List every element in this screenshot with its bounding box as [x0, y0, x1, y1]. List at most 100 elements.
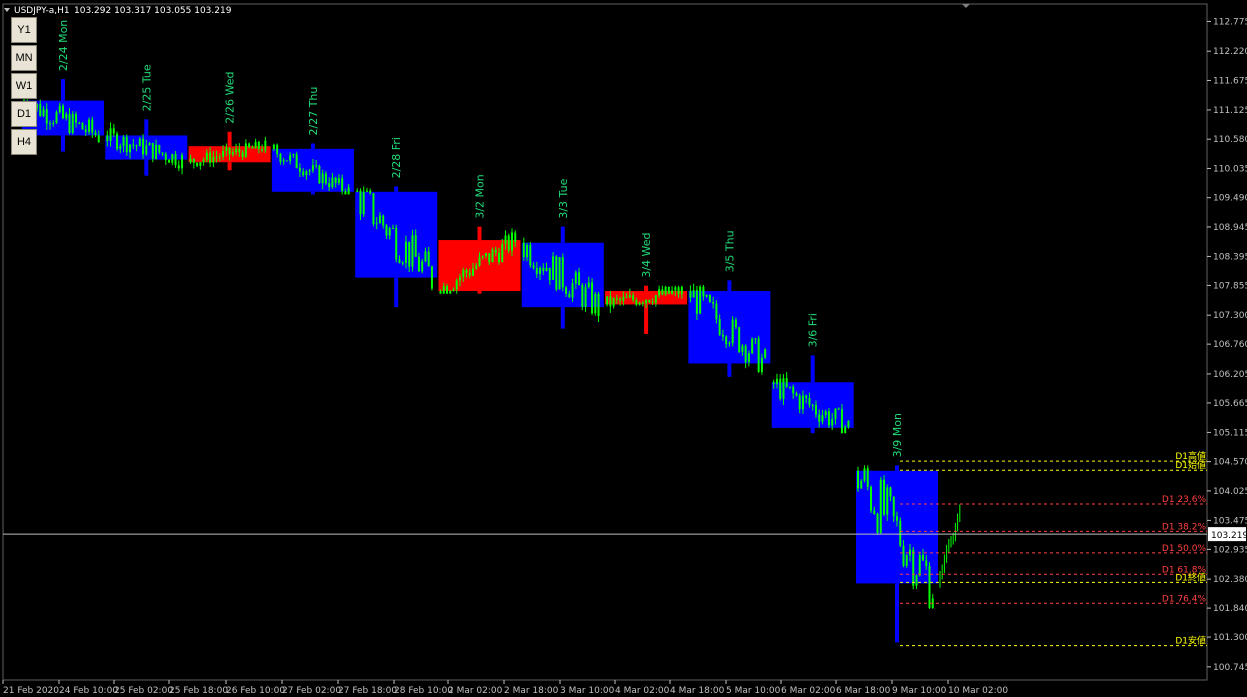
hourly-candle-body	[122, 136, 125, 147]
hourly-candle-body	[404, 241, 407, 263]
hourly-candle-body	[135, 145, 138, 147]
hourly-candle-body	[870, 486, 872, 511]
level-label-fib764: D1 76.4%	[1162, 594, 1207, 604]
hourly-candle-body	[712, 302, 715, 304]
hourly-candle-body	[455, 280, 458, 290]
price-tick-label: 112.220	[1213, 47, 1247, 57]
hourly-candle-body	[751, 338, 754, 354]
hourly-candle-body	[45, 109, 48, 124]
hourly-candle-body	[918, 554, 921, 576]
hourly-candle-body	[912, 549, 915, 586]
hourly-candle-body	[109, 128, 112, 141]
hourly-candle-body	[671, 290, 674, 294]
shift-marker-icon[interactable]	[962, 4, 970, 8]
hourly-candle-body	[831, 419, 834, 426]
price-tick-label: 108.395	[1213, 252, 1247, 262]
hourly-candle-body	[417, 256, 420, 272]
hourly-candle-body	[341, 178, 344, 192]
hourly-candle-body	[442, 286, 445, 294]
hourly-candle-body	[886, 487, 889, 515]
hourly-candle-body	[478, 256, 481, 266]
hourly-candle-body	[142, 138, 145, 155]
hourly-candle-body	[860, 480, 863, 489]
hourly-candle-body	[132, 144, 135, 146]
hourly-candle-body	[248, 143, 251, 148]
hourly-candle-body	[58, 105, 61, 113]
price-tick-label: 107.855	[1213, 281, 1247, 291]
day-label: 3/4 Wed	[640, 232, 653, 277]
time-tick-label: 4 Mar 02:00	[615, 686, 670, 696]
hourly-candle-body	[181, 154, 184, 169]
price-tick-label: 106.760	[1213, 340, 1247, 350]
hourly-candle-body	[879, 479, 882, 533]
hourly-candle-body	[225, 147, 228, 152]
hourly-candle-body	[430, 266, 433, 289]
hourly-candle-body	[158, 145, 161, 153]
hourly-candle-body	[488, 253, 491, 263]
hourly-candle-body	[844, 426, 847, 434]
timeframe-panel: Y1 MN W1 D1 H4	[11, 17, 37, 157]
hourly-candle-body	[840, 409, 843, 434]
time-tick-label: 2 Mar 02:00	[448, 686, 503, 696]
price-tick-label: 102.380	[1213, 575, 1247, 585]
hourly-candle-body	[116, 133, 119, 149]
day-label: 3/2 Mon	[474, 174, 487, 218]
price-tick-label: 104.570	[1213, 458, 1247, 468]
hourly-candle-body	[811, 404, 814, 406]
price-tick-label: 102.935	[1213, 545, 1247, 555]
timeframe-button-mn[interactable]: MN	[11, 45, 37, 71]
hourly-candle-body	[925, 560, 928, 567]
hourly-candle-body	[337, 178, 340, 184]
hourly-candle-body	[873, 510, 876, 515]
price-chart[interactable]: 2/24 Mon 2/25 Tue 2/26 Wed 2/27 Thu 2/28 Fri…	[0, 0, 1247, 697]
hourly-candle-body	[728, 343, 731, 345]
price-tick-label: 100.745	[1213, 663, 1247, 673]
level-label-close: D1終値	[1175, 571, 1206, 583]
menu-triangle-icon[interactable]	[4, 8, 10, 12]
price-tick-label: 107.300	[1213, 311, 1247, 321]
hourly-candle-body	[928, 566, 931, 608]
hourly-candle-body	[677, 287, 680, 295]
hourly-candle-body	[168, 159, 171, 163]
hourly-candle-body	[452, 289, 455, 291]
hourly-candle-body	[847, 420, 850, 427]
hourly-candle-body	[757, 338, 760, 373]
level-label-fib382: D1 38.2%	[1162, 522, 1207, 532]
day-label: 3/5 Thu	[723, 230, 736, 272]
hourly-candle-body	[324, 173, 327, 184]
hourly-candle-body	[295, 154, 298, 169]
level-label-open: D1始値	[1175, 459, 1206, 471]
hourly-candle-body	[491, 249, 494, 263]
hourly-candle-body	[744, 345, 747, 363]
timeframe-button-d1[interactable]: D1	[11, 101, 37, 127]
hourly-candle-body	[818, 414, 821, 422]
hourly-candle-body	[772, 382, 775, 384]
hourly-candle-body	[754, 338, 757, 340]
hourly-candle-body	[282, 160, 285, 162]
hourly-candle-body	[305, 171, 308, 176]
day-label: 2/26 Wed	[224, 72, 237, 124]
hourly-candle-body	[39, 103, 42, 117]
hourly-candle-body	[414, 235, 417, 257]
hourly-candle-body	[289, 155, 292, 161]
hourly-candle-body	[899, 520, 902, 546]
price-tick-label: 111.125	[1213, 106, 1247, 116]
hourly-candle-body	[155, 145, 158, 159]
hourly-candle-body	[421, 261, 424, 272]
hourly-candle-body	[667, 286, 670, 294]
price-tick-label: 109.490	[1213, 194, 1247, 204]
hourly-candle-body	[398, 259, 401, 263]
price-tick-label: 103.475	[1213, 516, 1247, 526]
hourly-candle-body	[785, 378, 788, 387]
timeframe-button-y1[interactable]: Y1	[11, 17, 37, 43]
hourly-candle-body	[814, 405, 817, 415]
hourly-candle-body	[408, 241, 411, 267]
hourly-candle-body	[619, 298, 622, 301]
hourly-candle-body	[565, 287, 568, 294]
hourly-candle-body	[909, 549, 911, 556]
timeframe-button-w1[interactable]: W1	[11, 73, 37, 99]
hourly-candle-body	[801, 395, 804, 410]
hourly-candle-body	[315, 165, 318, 167]
hourly-candle-body	[459, 277, 461, 281]
timeframe-button-h4[interactable]: H4	[11, 129, 37, 155]
